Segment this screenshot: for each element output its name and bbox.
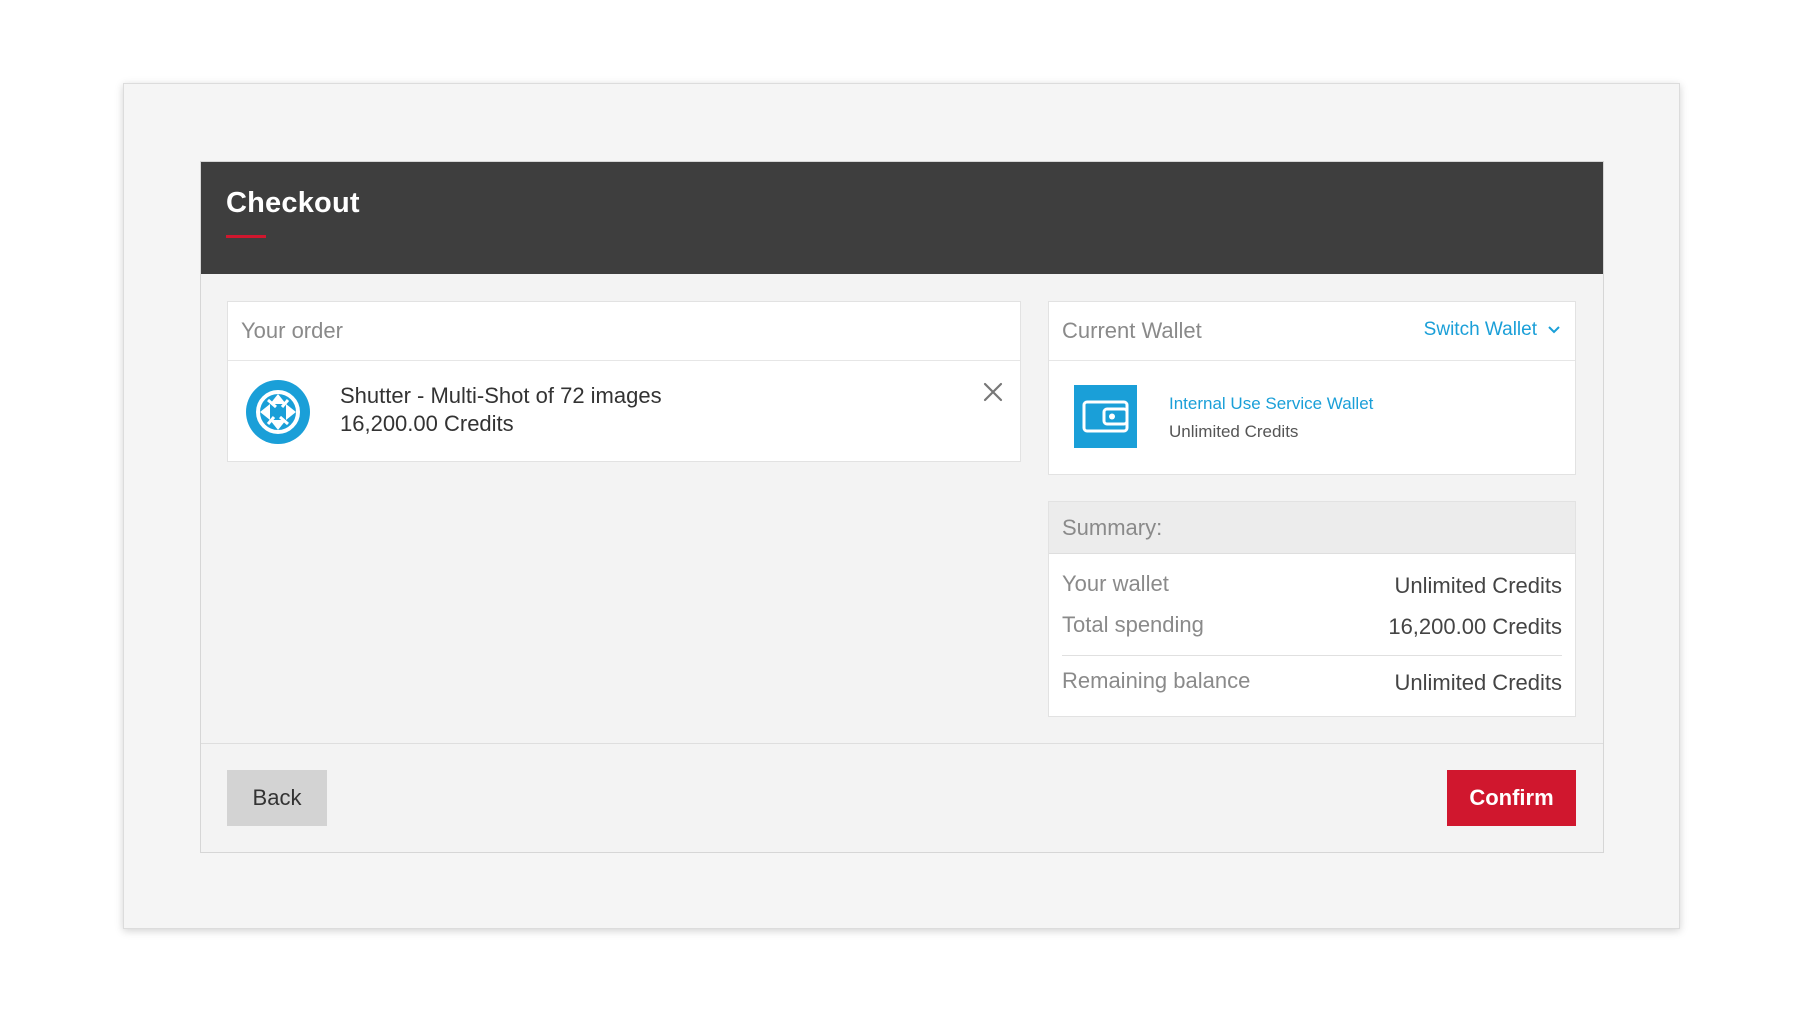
title-underline (226, 235, 266, 238)
product-price: 16,200.00 Credits (340, 411, 514, 436)
shutter-aperture-icon (246, 380, 310, 444)
summary-label: Remaining balance (1062, 668, 1251, 693)
summary-label: Total spending (1062, 612, 1204, 637)
wallet-body: Internal Use Service Wallet Unlimited Cr… (1049, 361, 1575, 475)
summary-row-remaining-balance: Remaining balance Unlimited Credits (1062, 668, 1562, 698)
wallet-credits: Unlimited Credits (1169, 422, 1299, 441)
close-icon[interactable] (980, 379, 1006, 405)
switch-wallet-label: Switch Wallet (1423, 319, 1537, 340)
wallet-card-header: Current Wallet Switch Wallet (1049, 302, 1575, 361)
checkout-modal: Checkout Your order Shutter - Multi-Shot… (200, 161, 1604, 853)
wallet-name-link[interactable]: Internal Use Service Wallet (1169, 394, 1373, 414)
summary-divider (1062, 655, 1562, 656)
confirm-button[interactable]: Confirm (1447, 770, 1576, 826)
product-name: Shutter - Multi-Shot of 72 images (340, 383, 662, 408)
wallet-header-label: Current Wallet (1062, 318, 1202, 343)
summary-header-label: Summary: (1062, 515, 1163, 540)
wallet-card: Current Wallet Switch Wallet Internal Us… (1048, 301, 1576, 475)
summary-card: Summary: Your wallet Unlimited Credits T… (1048, 501, 1576, 717)
summary-row-your-wallet: Your wallet Unlimited Credits (1062, 571, 1562, 601)
order-card-header: Your order (228, 302, 1020, 361)
summary-value: 16,200.00 Credits (1388, 614, 1562, 639)
summary-label: Your wallet (1062, 571, 1169, 596)
switch-wallet-button[interactable]: Switch Wallet (1424, 319, 1561, 341)
footer-divider (201, 743, 1603, 744)
modal-header: Checkout (201, 162, 1603, 274)
chevron-down-icon (1547, 319, 1561, 341)
summary-header: Summary: (1049, 502, 1575, 554)
order-header-label: Your order (241, 318, 343, 343)
summary-value: Unlimited Credits (1394, 573, 1563, 598)
order-item: Shutter - Multi-Shot of 72 images 16,200… (228, 361, 1020, 461)
back-button[interactable]: Back (227, 770, 327, 826)
modal-title: Checkout (226, 187, 360, 219)
summary-row-total-spending: Total spending 16,200.00 Credits (1062, 612, 1562, 642)
wallet-icon (1074, 385, 1137, 448)
summary-value: Unlimited Credits (1394, 670, 1563, 695)
order-card: Your order Shutter - Multi-Shot of 72 im… (227, 301, 1021, 462)
